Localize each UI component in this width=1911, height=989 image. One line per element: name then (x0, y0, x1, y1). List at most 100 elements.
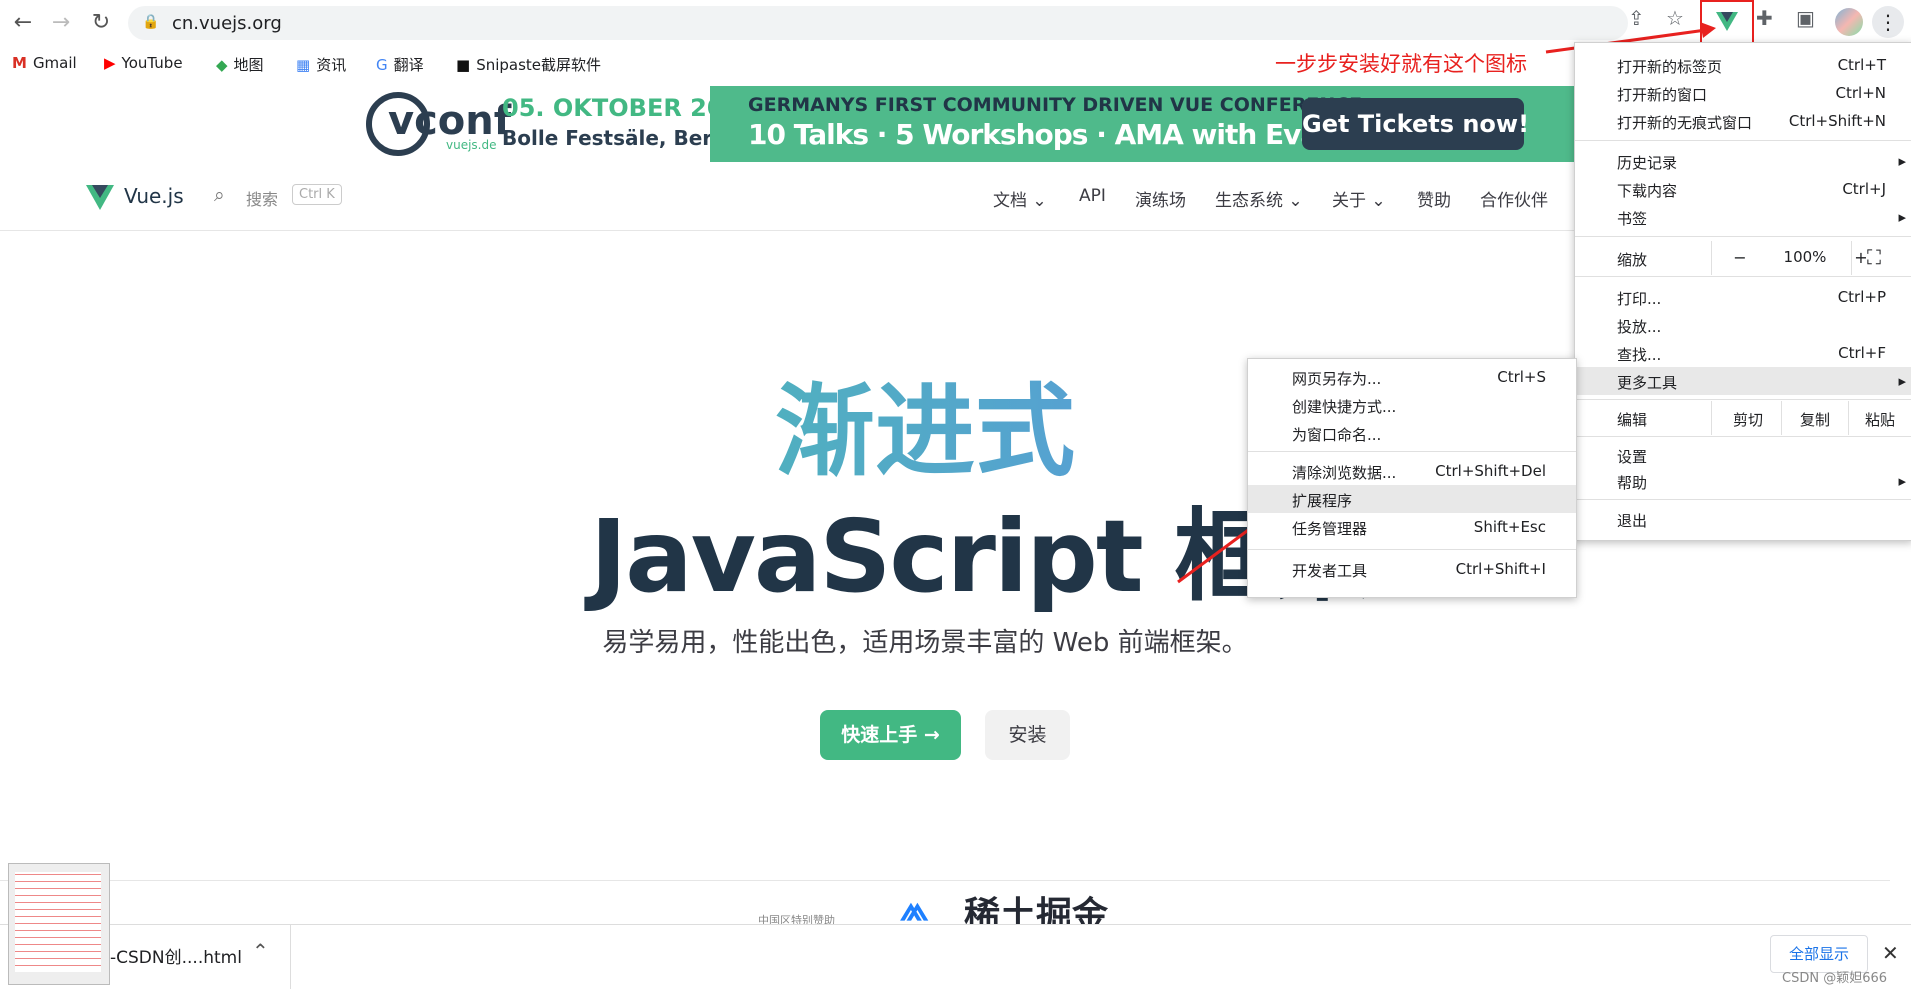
menu-zoom-row: 缩放 − 100% + ⛶ (1575, 241, 1911, 275)
menu-new-window[interactable]: 打开新的窗口 Ctrl+N (1575, 79, 1911, 107)
search-shortcut-badge: Ctrl K (292, 184, 342, 205)
news-icon: ▦ (296, 56, 311, 74)
profile-avatar[interactable] (1835, 8, 1863, 36)
chrome-main-menu: 打开新的标签页 Ctrl+T 打开新的窗口 Ctrl+N 打开新的无痕式窗口 Ctrl… (1574, 42, 1911, 541)
close-icon[interactable]: ✕ (1882, 941, 1899, 965)
translate-icon: G (376, 56, 388, 74)
bookmark-translate[interactable]: G 翻译 (376, 54, 424, 75)
maps-icon: ◆ (216, 56, 228, 74)
banner-headline1: GERMANYS FIRST COMMUNITY DRIVEN VUE CONF… (748, 94, 1363, 116)
site-navbar: Vue.js ⌕ 搜索 Ctrl K 文档 ⌄ API 演练场 生态系统 ⌄ 关… (0, 168, 1575, 231)
fullscreen-icon[interactable]: ⛶ (1867, 245, 1881, 269)
side-panel-icon[interactable]: ▣ (1796, 6, 1815, 30)
download-bar: -CSDN创....html ⌃ 全部显示 ✕ CSDN @颖妲666 (0, 863, 1911, 989)
cut-button[interactable]: 剪切 (1715, 409, 1781, 430)
menu-edit-row: 编辑 剪切 复制 粘贴 (1575, 401, 1911, 435)
lock-icon: 🔒 (142, 14, 160, 30)
submenu-create-shortcut[interactable]: 创建快捷方式... (1248, 391, 1576, 419)
hero-subtitle: 易学易用，性能出色，适用场景丰富的 Web 前端框架。 (602, 628, 1248, 658)
get-tickets-button[interactable]: Get Tickets now! (1302, 98, 1529, 150)
bookmark-news[interactable]: ▦ 资讯 (296, 54, 346, 75)
menu-print[interactable]: 打印... Ctrl+P (1575, 283, 1911, 311)
forward-icon[interactable]: → (46, 8, 76, 38)
zoom-level: 100% (1783, 248, 1827, 266)
extensions-puzzle-icon[interactable]: ✚ (1756, 6, 1773, 30)
menu-new-tab[interactable]: 打开新的标签页 Ctrl+T (1575, 51, 1911, 79)
search-label[interactable]: 搜索 (246, 186, 278, 210)
bookmark-gmail[interactable]: M Gmail (12, 54, 77, 72)
address-bar[interactable]: 🔒 cn.vuejs.org (128, 6, 1628, 40)
nav-sponsor[interactable]: 赞助 (1417, 186, 1451, 211)
brand-name[interactable]: Vue.js (124, 184, 184, 208)
submenu-save-page[interactable]: 网页另存为... Ctrl+S (1248, 363, 1576, 391)
url-text: cn.vuejs.org (172, 13, 282, 34)
youtube-icon: ▶ (104, 54, 116, 72)
download-thumbnail (8, 863, 110, 985)
snipaste-icon: ■ (456, 56, 471, 74)
annotation-text: 一步步安装好就有这个图标 (1275, 52, 1527, 76)
nav-api[interactable]: API (1079, 186, 1106, 206)
reload-icon[interactable]: ↻ (86, 8, 116, 38)
menu-separator (1248, 549, 1576, 550)
chevron-down-icon: ⌄ (1288, 191, 1303, 211)
menu-settings[interactable]: 设置 (1575, 441, 1911, 469)
menu-help[interactable]: 帮助 ▸ (1575, 467, 1911, 495)
zoom-out-button[interactable]: − (1715, 248, 1765, 267)
chevron-right-icon: ▸ (1898, 372, 1906, 390)
download-file-name[interactable]: -CSDN创....html (110, 943, 242, 968)
vueconf-banner[interactable]: vconf vuejs.de 05. OKTOBER 2022 Bolle Fe… (0, 86, 1575, 162)
menu-separator (1575, 236, 1911, 237)
chevron-right-icon: ▸ (1898, 152, 1906, 170)
download-divider (290, 925, 291, 989)
chrome-menu-icon[interactable]: ⋮ (1872, 6, 1904, 38)
nav-about[interactable]: 关于 ⌄ (1332, 186, 1386, 211)
chevron-down-icon: ⌄ (1032, 191, 1047, 211)
paste-button[interactable]: 粘贴 (1849, 409, 1911, 430)
submenu-extensions[interactable]: 扩展程序 (1248, 485, 1576, 513)
zoom-divider (1851, 241, 1852, 275)
search-icon[interactable]: ⌕ (214, 184, 225, 206)
chevron-up-icon[interactable]: ⌃ (252, 939, 269, 963)
back-icon[interactable]: ← (8, 8, 38, 38)
menu-cast[interactable]: 投放... (1575, 311, 1911, 339)
zoom-divider (1711, 241, 1712, 275)
bookmark-maps[interactable]: ◆ 地图 (216, 54, 264, 75)
submenu-task-manager[interactable]: 任务管理器 Shift+Esc (1248, 513, 1576, 541)
submenu-clear-data[interactable]: 清除浏览数据... Ctrl+Shift+Del (1248, 457, 1576, 485)
menu-bookmarks[interactable]: 书签 ▸ (1575, 203, 1911, 231)
nav-playground[interactable]: 演练场 (1135, 186, 1186, 211)
menu-new-incognito[interactable]: 打开新的无痕式窗口 Ctrl+Shift+N (1575, 107, 1911, 135)
thumbnail-image (15, 872, 101, 972)
nav-partners[interactable]: 合作伙伴 (1480, 186, 1548, 211)
menu-more-tools[interactable]: 更多工具 ▸ (1575, 367, 1911, 395)
get-started-button[interactable]: 快速上手 → (820, 710, 961, 760)
nav-ecosystem[interactable]: 生态系统 ⌄ (1215, 186, 1303, 211)
csdn-watermark: CSDN @颖妲666 (1782, 971, 1888, 986)
more-tools-submenu: 网页另存为... Ctrl+S 创建快捷方式... 为窗口命名... 清除浏览数据… (1247, 358, 1577, 598)
bookmark-youtube[interactable]: ▶ YouTube (104, 54, 183, 72)
banner-logo-area: vconf vuejs.de 05. OKTOBER 2022 Bolle Fe… (360, 86, 757, 162)
submenu-devtools[interactable]: 开发者工具 Ctrl+Shift+I (1248, 555, 1576, 583)
gmail-icon: M (12, 54, 27, 72)
chevron-right-icon: ▸ (1898, 208, 1906, 226)
menu-find[interactable]: 查找... Ctrl+F (1575, 339, 1911, 367)
banner-place: Bolle Festsäle, Berlin (502, 126, 741, 150)
menu-separator (1575, 140, 1911, 141)
menu-downloads[interactable]: 下载内容 Ctrl+J (1575, 175, 1911, 203)
install-button[interactable]: 安装 (985, 710, 1070, 760)
banner-info-area: GERMANYS FIRST COMMUNITY DRIVEN VUE CONF… (710, 86, 1575, 162)
menu-separator (1575, 399, 1911, 400)
menu-separator (1575, 499, 1911, 500)
menu-separator (1248, 451, 1576, 452)
nav-docs[interactable]: 文档 ⌄ (993, 186, 1047, 211)
menu-exit[interactable]: 退出 (1575, 505, 1911, 533)
section-divider (0, 880, 1890, 881)
bookmark-snipaste[interactable]: ■ Snipaste截屏软件 (456, 54, 601, 75)
submenu-name-window[interactable]: 为窗口命名... (1248, 419, 1576, 447)
menu-history[interactable]: 历史记录 ▸ (1575, 147, 1911, 175)
vue-logo-icon[interactable] (86, 185, 114, 211)
chevron-down-icon: ⌄ (1371, 191, 1386, 211)
edit-divider (1711, 401, 1712, 435)
menu-separator (1575, 436, 1911, 437)
copy-button[interactable]: 复制 (1782, 409, 1848, 430)
